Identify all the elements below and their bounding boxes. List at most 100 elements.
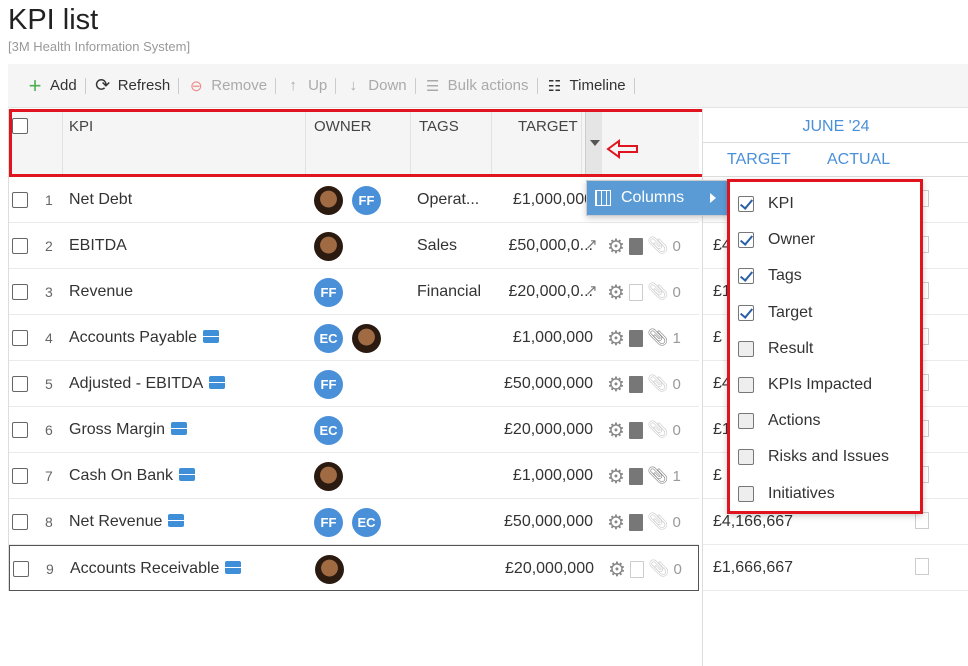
- column-toggle-item[interactable]: Target: [738, 295, 812, 331]
- columns-menu-item[interactable]: Columns: [587, 181, 727, 215]
- avatar[interactable]: FF: [352, 185, 381, 215]
- paperclip-icon[interactable]: 📎︎: [648, 559, 670, 579]
- column-toggle-checkbox[interactable]: [738, 485, 754, 502]
- avatar[interactable]: [314, 461, 343, 491]
- document-icon[interactable]: [628, 467, 643, 485]
- gear-icon[interactable]: ⚙: [607, 510, 625, 535]
- kpi-name[interactable]: Accounts Payable: [69, 329, 197, 347]
- avatar[interactable]: EC: [352, 507, 381, 537]
- column-toggle-item[interactable]: Actions: [738, 403, 820, 439]
- row-checkbox[interactable]: [12, 422, 28, 438]
- paperclip-icon[interactable]: 📎︎: [647, 420, 669, 440]
- external-link-icon[interactable]: ↗: [585, 235, 598, 253]
- period-actual-header[interactable]: ACTUAL: [827, 151, 890, 169]
- kpi-name[interactable]: Gross Margin: [69, 421, 165, 439]
- avatar[interactable]: EC: [314, 323, 343, 353]
- table-row[interactable]: 3 Revenue FF Financial £20,000,0... ⚙ 📎︎ 0 ↗: [9, 269, 699, 315]
- row-checkbox[interactable]: [12, 376, 28, 392]
- document-icon[interactable]: [629, 560, 644, 578]
- paperclip-icon[interactable]: 📎︎: [647, 512, 669, 532]
- gear-icon[interactable]: ⚙: [607, 280, 625, 305]
- column-toggle-checkbox[interactable]: [738, 304, 754, 321]
- select-all-checkbox[interactable]: [12, 118, 28, 134]
- column-header-tags[interactable]: TAGS: [411, 109, 492, 177]
- kpi-name[interactable]: Cash On Bank: [69, 467, 173, 485]
- paperclip-icon[interactable]: 📎︎: [647, 374, 669, 394]
- refresh-button[interactable]: ⟳ Refresh: [86, 74, 179, 98]
- kpi-name[interactable]: Net Debt: [69, 191, 132, 209]
- table-row[interactable]: 5 Adjusted - EBITDA FF £50,000,000 ⚙ 📎︎ 0: [9, 361, 699, 407]
- table-row[interactable]: 9 Accounts Receivable £20,000,000 ⚙ 📎︎ 0: [9, 545, 699, 591]
- kpi-name[interactable]: EBITDA: [69, 237, 127, 255]
- column-menu-dropdown-button[interactable]: [585, 112, 602, 174]
- row-checkbox[interactable]: [12, 468, 28, 484]
- gear-icon[interactable]: ⚙: [607, 372, 625, 397]
- row-checkbox[interactable]: [12, 284, 28, 300]
- column-toggle-item[interactable]: Tags: [738, 258, 802, 294]
- column-header-owner[interactable]: OWNER: [306, 109, 411, 177]
- paperclip-icon[interactable]: 📎︎: [647, 466, 669, 486]
- column-toggle-checkbox[interactable]: [738, 340, 754, 357]
- avatar[interactable]: [315, 554, 344, 584]
- avatar[interactable]: [352, 323, 381, 353]
- table-row[interactable]: 4 Accounts Payable EC £1,000,000 ⚙ 📎︎ 1: [9, 315, 699, 361]
- document-icon[interactable]: [628, 375, 643, 393]
- down-button[interactable]: ↓ Down: [336, 74, 414, 98]
- table-row[interactable]: 6 Gross Margin EC £20,000,000 ⚙ 📎︎ 0: [9, 407, 699, 453]
- avatar[interactable]: [314, 231, 343, 261]
- column-toggle-item[interactable]: KPI: [738, 186, 794, 222]
- column-toggle-checkbox[interactable]: [738, 232, 754, 249]
- gear-icon[interactable]: ⚙: [607, 464, 625, 489]
- column-toggle-checkbox[interactable]: [738, 196, 754, 212]
- kpi-name[interactable]: Net Revenue: [69, 513, 162, 531]
- table-row[interactable]: 2 EBITDA Sales £50,000,0... ⚙ 📎︎ 0 ↗: [9, 223, 699, 269]
- bulk-actions-button[interactable]: ☰ Bulk actions: [416, 74, 537, 98]
- column-toggle-checkbox[interactable]: [738, 377, 754, 393]
- table-row[interactable]: 7 Cash On Bank £1,000,000 ⚙ 📎︎ 1: [9, 453, 699, 499]
- column-header-kpi[interactable]: KPI: [63, 109, 306, 177]
- column-toggle-item[interactable]: KPIs Impacted: [738, 367, 872, 403]
- row-checkbox[interactable]: [13, 561, 29, 577]
- paperclip-icon[interactable]: 📎︎: [647, 282, 669, 302]
- timeline-button[interactable]: ☷ Timeline: [538, 74, 634, 98]
- column-toggle-checkbox[interactable]: [738, 268, 754, 285]
- document-icon[interactable]: [628, 421, 643, 439]
- kpi-name[interactable]: Adjusted - EBITDA: [69, 375, 203, 393]
- avatar[interactable]: FF: [314, 369, 343, 399]
- row-checkbox[interactable]: [12, 238, 28, 254]
- column-toggle-item[interactable]: Result: [738, 331, 813, 367]
- external-link-icon[interactable]: ↗: [585, 281, 598, 299]
- paperclip-icon[interactable]: 📎︎: [647, 328, 669, 348]
- avatar[interactable]: EC: [314, 415, 343, 445]
- column-toggle-item[interactable]: Owner: [738, 222, 815, 258]
- gear-icon[interactable]: ⚙: [607, 326, 625, 351]
- table-row[interactable]: 8 Net Revenue FF EC £50,000,000 ⚙ 📎︎ 0: [9, 499, 699, 545]
- kpi-name[interactable]: Revenue: [69, 283, 133, 301]
- document-icon[interactable]: [628, 237, 643, 255]
- paperclip-icon[interactable]: 📎︎: [647, 236, 669, 256]
- avatar[interactable]: FF: [314, 277, 343, 307]
- gear-icon[interactable]: ⚙: [608, 557, 626, 582]
- row-checkbox[interactable]: [12, 192, 28, 208]
- column-toggle-item[interactable]: Initiatives: [738, 476, 835, 512]
- document-icon[interactable]: [628, 329, 643, 347]
- document-icon[interactable]: [628, 283, 643, 301]
- document-icon[interactable]: [915, 558, 929, 575]
- up-button[interactable]: ↑ Up: [276, 74, 335, 98]
- row-checkbox[interactable]: [12, 514, 28, 530]
- column-toggle-checkbox[interactable]: [738, 413, 754, 430]
- period-target-header[interactable]: TARGET: [727, 151, 791, 169]
- column-toggle-checkbox[interactable]: [738, 449, 754, 466]
- gear-icon[interactable]: ⚙: [607, 234, 625, 259]
- document-icon[interactable]: [628, 513, 643, 531]
- row-checkbox[interactable]: [12, 330, 28, 346]
- remove-button[interactable]: ⊖ Remove: [179, 74, 275, 98]
- gear-icon[interactable]: ⚙: [607, 418, 625, 443]
- kpi-name[interactable]: Accounts Receivable: [70, 560, 219, 578]
- avatar[interactable]: [314, 185, 343, 215]
- column-header-target[interactable]: TARGET: [492, 109, 582, 177]
- avatar[interactable]: FF: [314, 507, 343, 537]
- document-icon[interactable]: [915, 512, 929, 529]
- add-button[interactable]: + Add: [18, 73, 85, 98]
- column-toggle-item[interactable]: Risks and Issues: [738, 439, 889, 475]
